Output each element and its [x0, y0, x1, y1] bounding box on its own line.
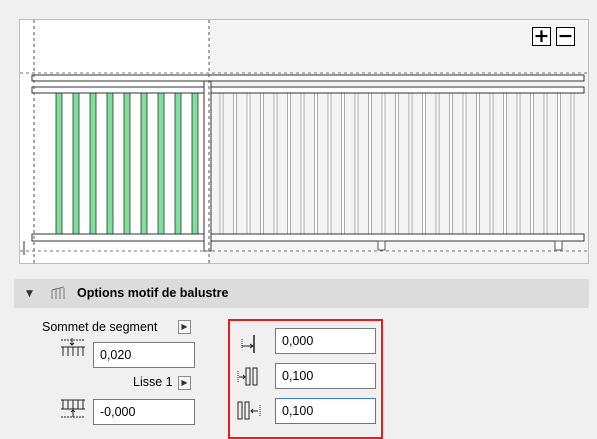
segment-top-menu-button[interactable]: ▶	[178, 320, 191, 334]
post-foot	[554, 240, 563, 251]
baluster-highlighted	[72, 92, 80, 235]
baluster	[449, 92, 453, 235]
bottom-rail	[31, 233, 585, 242]
baluster	[368, 92, 372, 235]
left-spacing-field[interactable]	[275, 363, 376, 389]
baluster	[557, 92, 561, 235]
baluster	[300, 92, 305, 235]
baluster-highlighted	[174, 92, 182, 235]
baluster	[530, 92, 534, 235]
segment-top-height-icon	[60, 337, 86, 360]
zoom-in-button[interactable]: +	[532, 27, 551, 46]
baluster	[476, 92, 480, 235]
offset-field[interactable]	[275, 328, 376, 354]
baluster-highlighted	[89, 92, 97, 235]
baluster	[246, 92, 251, 235]
zoom-out-button[interactable]: −	[556, 27, 575, 46]
left-spacing-icon	[236, 365, 262, 390]
baluster	[273, 92, 278, 235]
baluster-highlighted	[191, 92, 199, 235]
segment-top-label: Sommet de segment	[42, 320, 158, 334]
baluster-highlighted	[123, 92, 131, 235]
section-title: Options motif de balustre	[77, 286, 229, 300]
main-post	[203, 80, 212, 252]
baluster	[287, 92, 291, 235]
baluster	[516, 92, 521, 235]
right-spacing-field[interactable]	[275, 398, 376, 424]
rail-menu-button[interactable]: ▶	[178, 376, 191, 390]
baluster	[219, 92, 224, 235]
top-rail	[31, 74, 585, 82]
baluster-highlighted	[140, 92, 148, 235]
rail-field[interactable]	[93, 399, 195, 425]
baluster	[341, 92, 345, 235]
baluster-highlighted	[55, 92, 63, 235]
baluster	[354, 92, 359, 235]
baluster	[408, 92, 413, 235]
baluster	[327, 92, 332, 235]
baluster	[462, 92, 467, 235]
baluster-highlighted	[106, 92, 114, 235]
right-spacing-icon	[236, 399, 262, 424]
rail-label: Lisse 1	[133, 375, 173, 389]
offset-icon	[238, 333, 260, 358]
baluster	[260, 92, 264, 235]
baluster	[422, 92, 426, 235]
baluster	[503, 92, 507, 235]
post-foot	[377, 240, 386, 251]
baluster-preview-canvas	[20, 20, 588, 263]
baluster-highlighted	[157, 92, 165, 235]
baluster	[435, 92, 440, 235]
segment-top-field[interactable]	[93, 342, 195, 368]
baluster	[570, 92, 575, 235]
baluster	[233, 92, 237, 235]
baluster	[543, 92, 548, 235]
baluster	[489, 92, 494, 235]
baluster-preview: + −	[19, 19, 589, 264]
baluster	[395, 92, 399, 235]
upper-rail	[31, 86, 585, 94]
baluster	[381, 92, 386, 235]
baluster	[314, 92, 318, 235]
collapse-triangle-icon[interactable]: ▼	[26, 289, 33, 299]
baluster-pattern-icon	[50, 285, 68, 304]
rail-height-icon	[60, 397, 86, 422]
section-header[interactable]: ▼ Options motif de balustre	[14, 279, 589, 308]
